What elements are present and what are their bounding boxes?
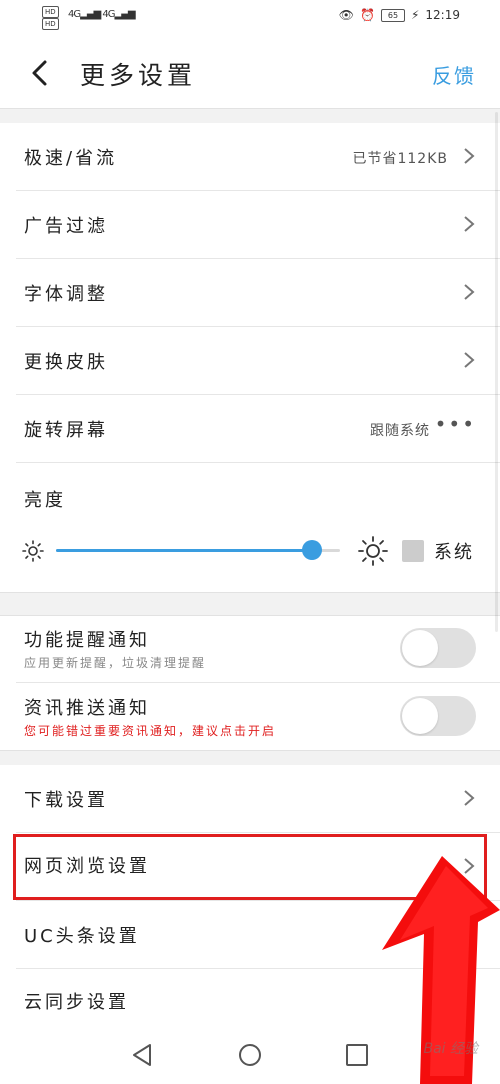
battery-icon: 65 [380, 8, 405, 22]
back-icon[interactable] [26, 58, 56, 88]
row-subtitle: 应用更新提醒，垃圾清理提醒 [24, 656, 207, 670]
feedback-button[interactable]: 反馈 [432, 60, 476, 89]
toggle-knob [402, 698, 438, 734]
chevron-right-icon [464, 352, 475, 368]
slider-thumb[interactable] [302, 540, 322, 560]
news-notify-toggle[interactable] [400, 696, 476, 736]
nav-recents-icon[interactable] [344, 1042, 370, 1068]
row-label: 广告过滤 [24, 216, 108, 237]
signal-icon: 4G▂▄▆ 4G▂▄▆ [68, 9, 136, 20]
brightness-row: 亮度 [0, 462, 500, 592]
system-brightness-checkbox[interactable] [402, 540, 424, 562]
section-divider [0, 592, 500, 616]
chevron-right-icon [464, 216, 475, 232]
row-label: 亮度 [24, 490, 66, 511]
sim-indicators: HD HD [42, 6, 62, 30]
row-label: UC头条设置 [24, 926, 140, 947]
function-notify-toggle[interactable] [400, 628, 476, 668]
skin-row[interactable]: 更换皮肤 [0, 326, 500, 394]
speed-saver-row[interactable]: 极速/省流 已节省112KB [0, 122, 500, 190]
rotate-screen-row[interactable]: 旋转屏幕 跟随系统 ••• [0, 394, 500, 462]
hd-badge: HD [42, 18, 59, 30]
row-label: 功能提醒通知 [24, 630, 150, 651]
brightness-slider[interactable] [56, 540, 340, 560]
system-brightness-label: 系统 [434, 542, 474, 563]
download-settings-row[interactable]: 下载设置 [0, 764, 500, 832]
more-dots-icon: ••• [434, 412, 476, 436]
brightness-low-icon [22, 540, 44, 562]
row-value: 已节省112KB [352, 151, 448, 167]
function-notify-row: 功能提醒通知 应用更新提醒，垃圾清理提醒 [0, 614, 500, 682]
alarm-icon: ⏰ [360, 8, 375, 22]
brightness-high-icon [358, 536, 388, 566]
hd-badge: HD [42, 6, 59, 18]
row-value: 跟随系统 [370, 423, 430, 439]
chevron-right-icon [464, 790, 475, 806]
charging-icon: ⚡ [410, 8, 420, 22]
settings-page: HD HD 4G▂▄▆ 4G▂▄▆ 👁 ⏰ 65 ⚡ 12:19 更多设置 反馈… [0, 0, 500, 1084]
row-warning: 您可能错过重要资讯通知，建议点击开启 [24, 724, 277, 738]
section-divider [0, 108, 500, 123]
font-adjust-row[interactable]: 字体调整 [0, 258, 500, 326]
nav-home-icon[interactable] [237, 1042, 263, 1068]
news-notify-row: 资讯推送通知 您可能错过重要资讯通知，建议点击开启 [0, 682, 500, 750]
row-label: 下载设置 [24, 790, 108, 811]
status-bar: HD HD 4G▂▄▆ 4G▂▄▆ 👁 ⏰ 65 ⚡ 12:19 [0, 0, 500, 38]
section-divider [0, 750, 500, 765]
app-header: 更多设置 反馈 [0, 38, 500, 108]
chevron-right-icon [464, 148, 475, 164]
row-label: 更换皮肤 [24, 352, 108, 373]
status-right: 👁 ⏰ 65 ⚡ 12:19 [339, 8, 460, 22]
row-label: 旋转屏幕 [24, 420, 108, 441]
watermark-logo: Bai 经验 [423, 1041, 478, 1057]
row-label: 云同步设置 [24, 992, 129, 1013]
clock: 12:19 [425, 8, 460, 22]
chevron-right-icon [464, 284, 475, 300]
network-type: 4G [102, 9, 115, 20]
ad-filter-row[interactable]: 广告过滤 [0, 190, 500, 258]
eye-icon: 👁 [338, 8, 355, 22]
slider-fill [56, 549, 312, 552]
nav-back-icon[interactable] [130, 1042, 156, 1068]
network-type: 4G [68, 9, 81, 20]
page-title: 更多设置 [80, 61, 197, 90]
row-label: 字体调整 [24, 284, 108, 305]
row-label: 极速/省流 [24, 148, 118, 169]
row-label: 资讯推送通知 [24, 698, 150, 719]
toggle-knob [402, 630, 438, 666]
scrollbar[interactable] [495, 112, 498, 632]
